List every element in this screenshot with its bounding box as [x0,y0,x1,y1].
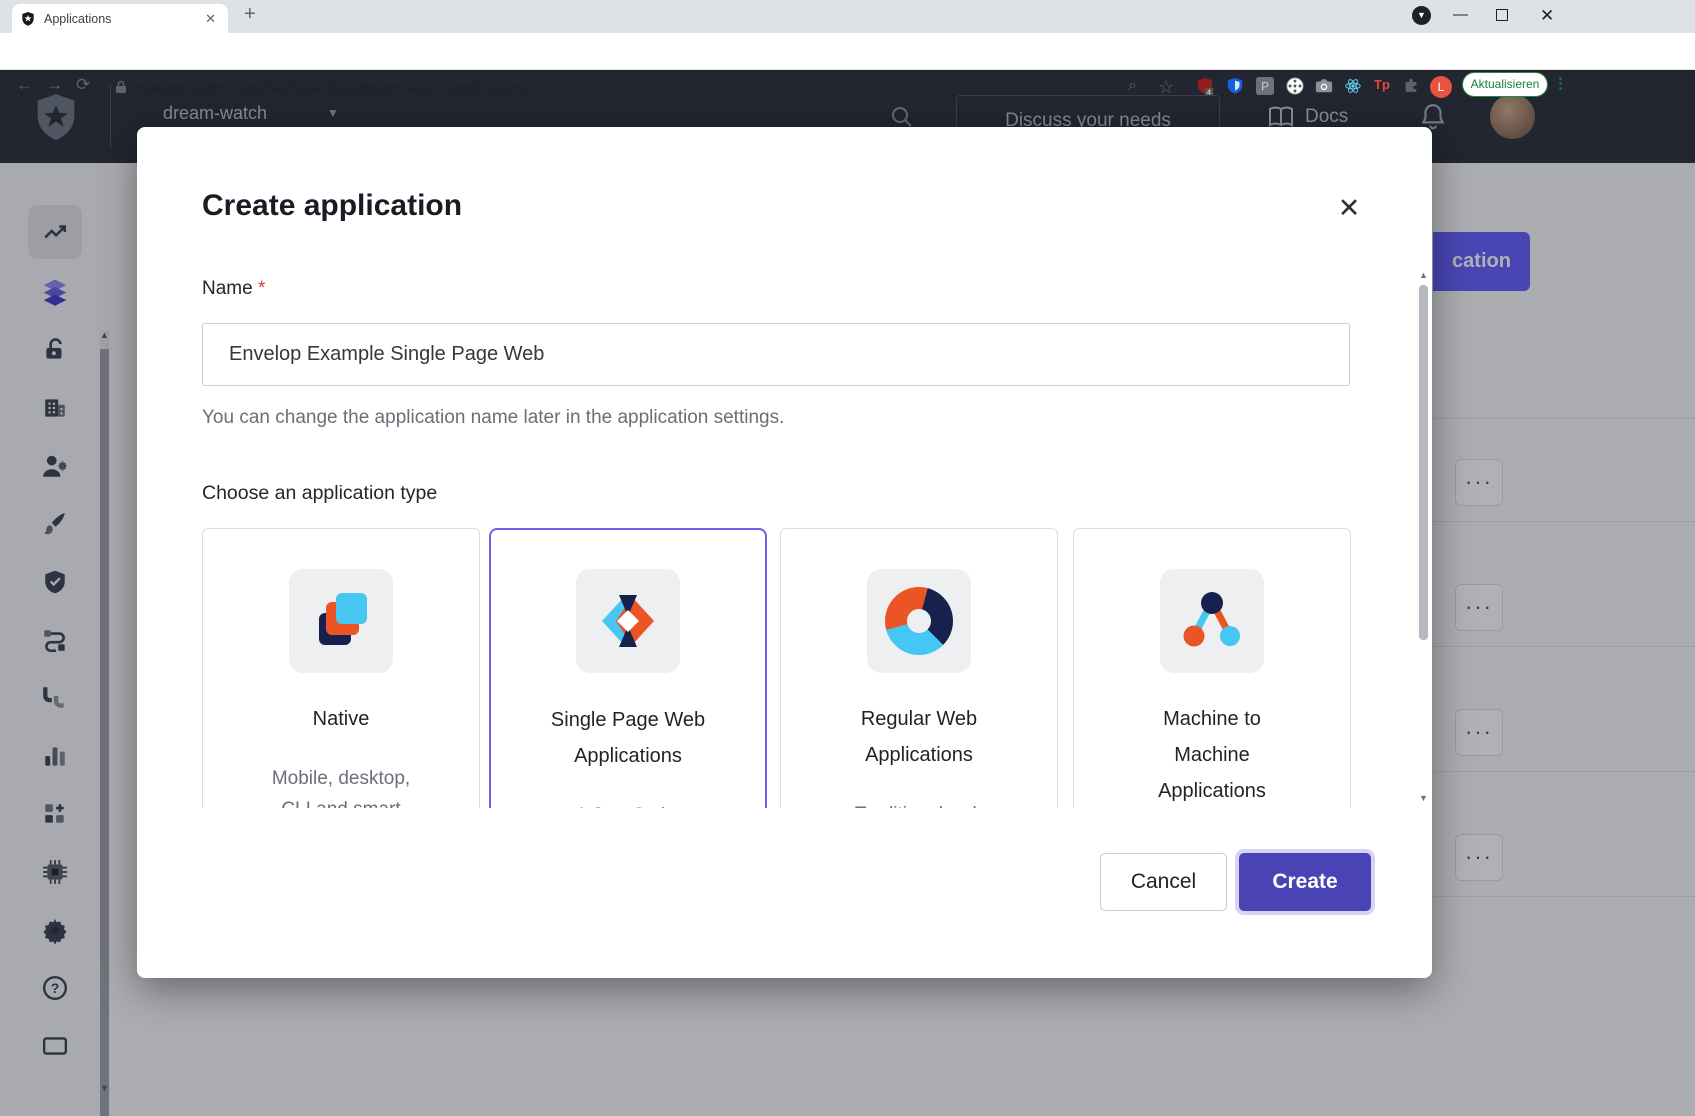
p-extension-icon[interactable]: P [1256,77,1274,95]
name-helper-text: You can change the application name late… [202,407,784,429]
browser-menu-icon[interactable]: ⋮ [1553,74,1568,92]
required-asterisk: * [258,278,265,299]
application-name-input[interactable] [202,323,1350,386]
card-description: Traditional web [781,799,1057,808]
m2m-icon-tile [1160,569,1264,673]
application-type-cards: Native Mobile, desktop, CLI and smart Si… [200,526,1362,808]
spa-diamonds-icon [596,589,660,653]
choose-type-label: Choose an application type [202,482,437,505]
update-button[interactable]: Aktualisieren [1462,72,1548,97]
modal-scroll-down-icon[interactable]: ▼ [1418,793,1429,803]
card-title: Single Page Web Applications [491,702,765,774]
regular-web-donut-icon [885,587,953,655]
card-description: A JavaScript [491,800,765,808]
react-devtools-icon[interactable] [1344,77,1362,95]
puzzle-extensions-icon[interactable] [1402,77,1420,95]
auth0-favicon-icon [20,11,36,27]
tab-close-icon[interactable]: ✕ [201,11,220,27]
browser-caret-icon[interactable]: ▼ [1412,6,1431,25]
url-text[interactable]: manage.auth0.com/dashboard/eu/dream-watc… [136,81,527,97]
close-window-button[interactable]: ✕ [1540,6,1554,26]
maximize-button[interactable] [1496,9,1508,21]
tab-title: Applications [44,12,201,26]
padlock-icon [115,80,127,94]
name-label: Name * [202,278,265,300]
m2m-network-icon [1180,589,1244,653]
bitwarden-icon[interactable] [1226,77,1244,95]
modal-scroll-up-icon[interactable]: ▲ [1418,270,1429,280]
svg-text:4: 4 [1207,88,1211,95]
card-title: Regular Web Applications [781,701,1057,773]
modal-scroll-thumb[interactable] [1419,285,1428,640]
new-tab-button[interactable]: + [244,3,256,26]
card-machine-to-machine[interactable]: Machine to Machine Applications [1073,528,1351,808]
regular-web-icon-tile [867,569,971,673]
card-description: Mobile, desktop, CLI and smart [203,763,479,808]
browser-tab[interactable]: Applications ✕ [12,4,228,33]
ublock-icon[interactable]: 4 [1196,77,1214,95]
minimize-button[interactable]: — [1453,6,1468,23]
card-title: Native [203,701,479,737]
close-icon[interactable]: ✕ [1329,189,1369,229]
card-single-page-web[interactable]: Single Page Web Applications A JavaScrip… [489,528,767,808]
address-bar: ← → ⟳ manage.auth0.com/dashboard/eu/drea… [0,33,1695,70]
browser-tab-bar: Applications ✕ + ▼ — ✕ [0,0,1695,33]
zoom-icon[interactable]: ⌕ [1128,77,1137,95]
spa-icon-tile [576,569,680,673]
cancel-button[interactable]: Cancel [1100,853,1227,911]
card-regular-web[interactable]: Regular Web Applications Traditional web [780,528,1058,808]
modal-title: Create application [202,189,462,223]
back-icon[interactable]: ← [16,75,33,95]
bookmark-star-icon[interactable]: ☆ [1158,77,1174,98]
move-pad-icon[interactable] [1286,77,1304,95]
card-description [1074,763,1350,794]
browser-profile-avatar[interactable]: L [1430,76,1452,98]
svg-text:P: P [1261,81,1269,94]
forward-icon[interactable]: → [46,75,63,95]
native-icon-tile [289,569,393,673]
camera-icon[interactable] [1315,77,1333,95]
reload-icon[interactable]: ⟳ [76,75,90,95]
card-native[interactable]: Native Mobile, desktop, CLI and smart [202,528,480,808]
create-application-modal: Create application ✕ Name * You can chan… [137,127,1432,978]
tampermonkey-icon[interactable]: Tp [1374,77,1392,95]
native-stacked-squares-icon [309,589,373,653]
create-button[interactable]: Create [1239,853,1371,911]
